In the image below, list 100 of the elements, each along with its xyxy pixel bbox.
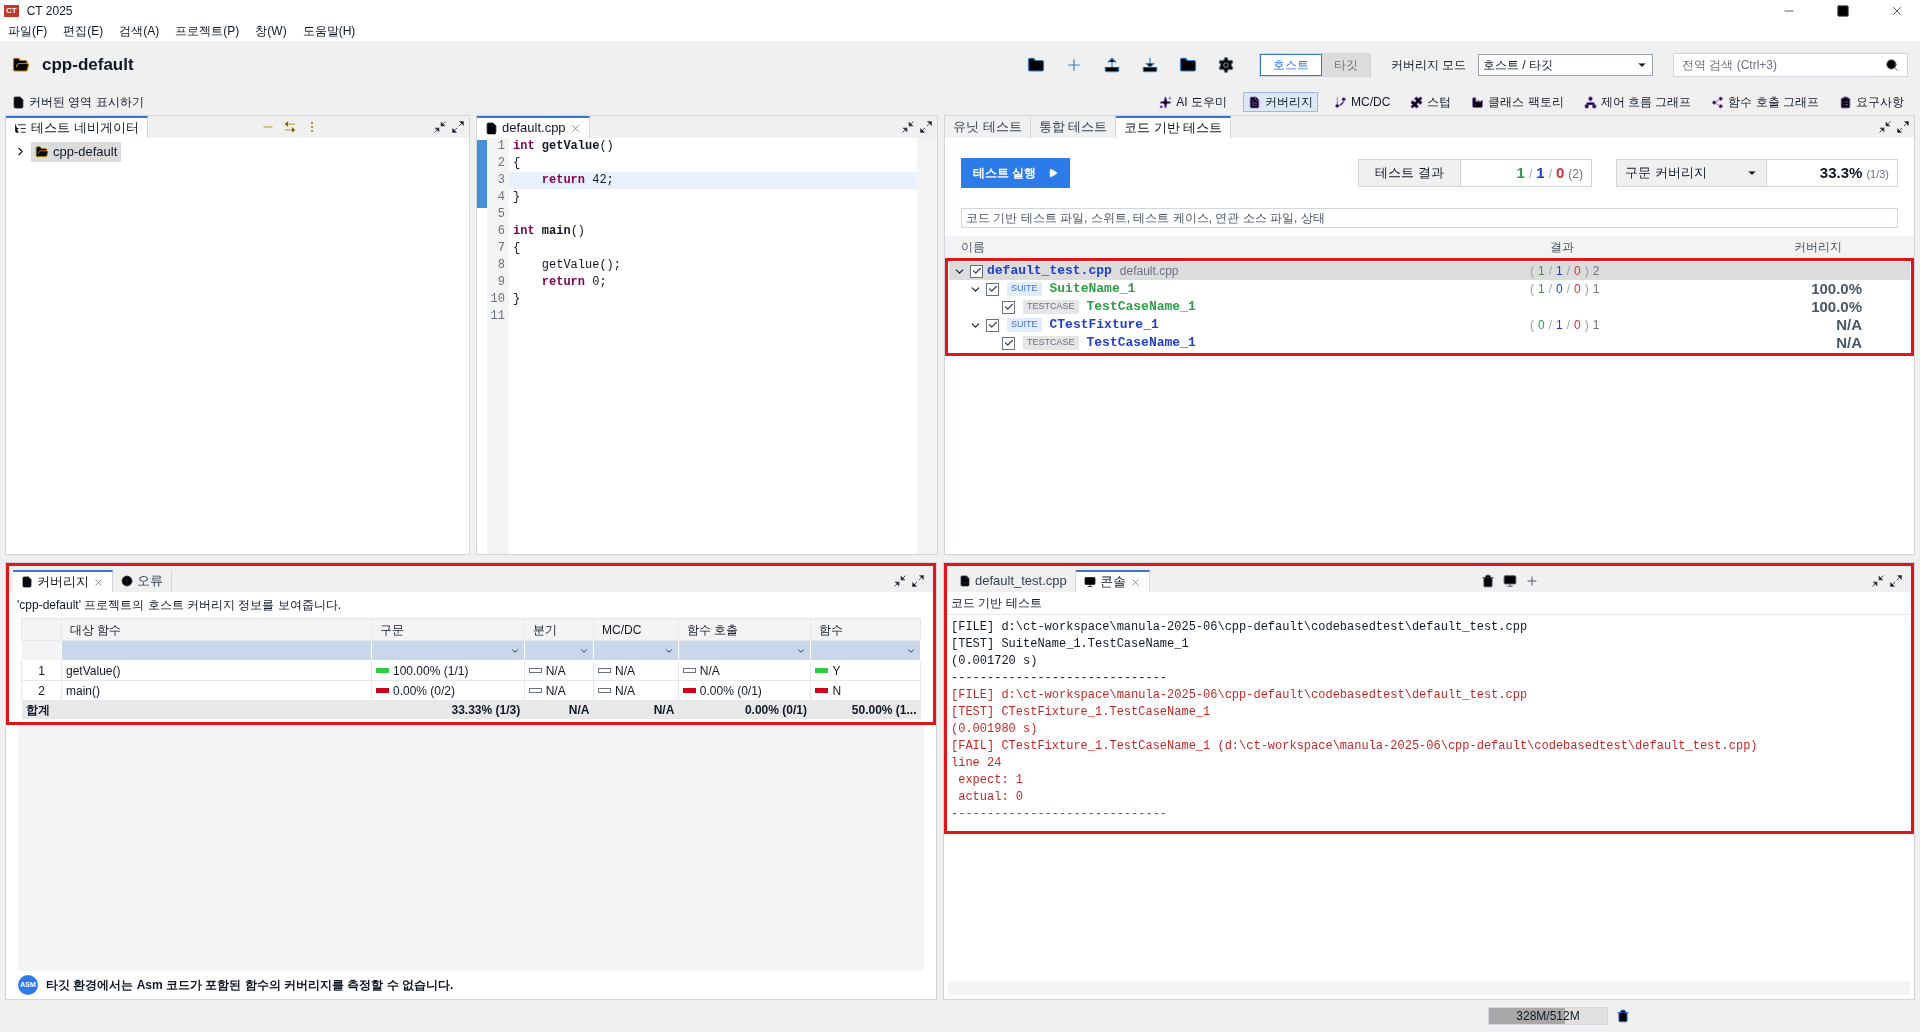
panel-tab[interactable]: 콘솔	[1075, 570, 1150, 592]
checkbox[interactable]	[970, 264, 983, 278]
panel-tab[interactable]: default.cpp	[477, 116, 590, 138]
source-file: default.cpp	[1119, 263, 1179, 280]
garbage-collect-icon[interactable]	[1616, 1009, 1630, 1023]
line-number: 11	[489, 308, 505, 325]
maximize-icon[interactable]	[451, 120, 465, 134]
change-marker	[477, 140, 487, 208]
panel-tab[interactable]: 커버리지	[13, 570, 113, 592]
checkbox[interactable]	[1002, 336, 1015, 350]
coverage-mode-dropdown[interactable]: 호스트 / 타깃	[1478, 54, 1653, 76]
column-header: 분기	[524, 618, 594, 641]
link-icon[interactable]	[283, 120, 298, 134]
row-index: 1	[21, 660, 62, 681]
menu-item[interactable]: 파일(F)	[8, 22, 48, 40]
tree-row[interactable]: SUITE SuiteName_1 ( 1 / 0 / 0 ) 1 100.0%	[949, 280, 1910, 298]
maximize-icon[interactable]	[919, 120, 933, 134]
minimize-icon[interactable]	[1878, 120, 1892, 134]
maximize-icon[interactable]	[1896, 120, 1910, 134]
settings-icon[interactable]	[1216, 56, 1235, 74]
upload-icon[interactable]	[1102, 56, 1121, 74]
checkbox[interactable]	[986, 282, 999, 296]
code-token: 42;	[591, 173, 614, 187]
minimize-icon[interactable]	[433, 120, 447, 134]
column-header: MC/DC	[593, 618, 679, 641]
console-line: expect: 1	[957, 772, 1024, 789]
close-tab-icon[interactable]	[569, 122, 581, 134]
console-line: [FILE] d:\ct-workspace\manula-2025-06\cpp-default\codebasedtest\default_test.cpp	[951, 619, 1529, 636]
panel-tab[interactable]: 코드 기반 테스트	[1116, 116, 1232, 138]
code-token: int	[513, 139, 536, 153]
coverage-type-dropdown[interactable]: 구문 커버리지	[1617, 160, 1767, 186]
menu-item[interactable]: 편집(E)	[63, 22, 104, 40]
error-count: 0	[1556, 162, 1565, 183]
menu-item[interactable]: 프로젝트(P)	[175, 22, 240, 40]
tree-row[interactable]: SUITE CTestFixture_1 ( 0 / 1 / 0 ) 1 N/A	[949, 316, 1910, 334]
scrollbar[interactable]	[917, 138, 937, 554]
result-separator: )	[1584, 317, 1589, 334]
app-logo-icon: CT	[4, 4, 19, 17]
checkbox[interactable]	[986, 318, 999, 332]
tool-button[interactable]: 스텁	[1406, 92, 1456, 112]
project-tree-item[interactable]: cpp-default	[31, 142, 122, 162]
console-display-icon[interactable]	[1503, 574, 1518, 588]
close-tab-icon[interactable]	[93, 576, 104, 588]
tool-button[interactable]: MC/DC	[1330, 92, 1395, 112]
panel-tab[interactable]: 테스트 네비게이터	[6, 116, 148, 138]
console-line: ------------------------------	[951, 670, 1169, 687]
error-count: 0	[1574, 317, 1581, 334]
tool-button[interactable]: 커버리지	[1243, 92, 1318, 112]
code-token: 0;	[591, 275, 607, 289]
result-separator: )	[1584, 263, 1589, 280]
maximize-icon[interactable]	[911, 574, 925, 588]
mode-toggle[interactable]: 타깃	[1321, 54, 1370, 76]
show-covered-area-button[interactable]: 커버된 영역 표시하기	[12, 93, 144, 111]
restore-window-icon[interactable]	[1836, 3, 1850, 18]
close-tab-icon[interactable]	[1129, 576, 1141, 588]
minimize-icon[interactable]	[901, 120, 915, 134]
download-icon[interactable]	[1140, 56, 1159, 74]
result-separator: /	[1566, 317, 1571, 334]
menu-item[interactable]: 창(W)	[255, 22, 287, 40]
result-separator: /	[1528, 165, 1533, 183]
code-token: ()	[599, 139, 614, 153]
result-label: 테스트 결과	[1359, 160, 1461, 186]
coverage-value: N/A	[1836, 332, 1862, 353]
tree-row[interactable]: TESTCASE TestCaseName_1 100.0%	[949, 298, 1910, 316]
clipboard-icon	[1839, 95, 1852, 109]
run-test-button[interactable]: 테스트 실행	[961, 158, 1071, 188]
coverage-cell-text: N/A	[545, 662, 566, 680]
console-line: [TEST] SuiteName_1.TestCaseName_1	[951, 636, 1190, 653]
total-count: (2)	[1568, 165, 1583, 183]
menu-item[interactable]: 검색(A)	[119, 22, 160, 40]
coverage-cell-text: 0.00% (0/2)	[393, 682, 456, 700]
folder-plus-icon[interactable]	[1026, 56, 1045, 74]
code-token: getValue	[541, 139, 600, 153]
tool-button[interactable]: 클래스 팩토리	[1467, 92, 1568, 112]
result-separator: /	[1566, 281, 1571, 298]
menu-item[interactable]: 도움말(H)	[302, 22, 356, 40]
maximize-icon[interactable]	[1889, 574, 1903, 588]
tree-row[interactable]: TESTCASE TestCaseName_1 N/A	[949, 334, 1910, 352]
search-field[interactable]: 전역 검색 (Ctrl+3)	[1673, 53, 1908, 77]
tool-button[interactable]: AI 도우미	[1155, 92, 1231, 112]
total-count: 1	[1592, 281, 1600, 298]
tool-button[interactable]: 함수 호출 그래프	[1707, 92, 1823, 112]
row-index: 2	[21, 680, 62, 701]
filter-field[interactable]: 코드 기반 테스트 파일, 스위트, 테스트 케이스, 연관 소스 파일, 상태	[961, 208, 1898, 228]
tool-button[interactable]: 제어 흐름 그래프	[1579, 92, 1696, 112]
kind-tag: TESTCASE	[1023, 300, 1079, 314]
mode-toggle[interactable]: 호스트	[1259, 54, 1322, 76]
tree-row[interactable]: default_test.cpp default.cpp ( 1 / 1 / 0 ) 2	[949, 262, 1910, 280]
result-separator: /	[1548, 281, 1553, 298]
monitor-icon	[1083, 576, 1096, 588]
line-number: 7	[496, 240, 505, 257]
tool-button[interactable]: 요구사항	[1835, 92, 1908, 112]
project-name: cpp-default	[42, 54, 134, 77]
code-token: {	[513, 156, 521, 170]
clear-console-icon[interactable]	[1481, 574, 1496, 588]
code-token: }	[513, 292, 521, 306]
minimize-icon[interactable]	[1871, 574, 1885, 588]
folder-icon[interactable]	[1178, 56, 1197, 74]
minimize-icon[interactable]	[893, 574, 907, 588]
checkbox[interactable]	[1002, 300, 1015, 314]
